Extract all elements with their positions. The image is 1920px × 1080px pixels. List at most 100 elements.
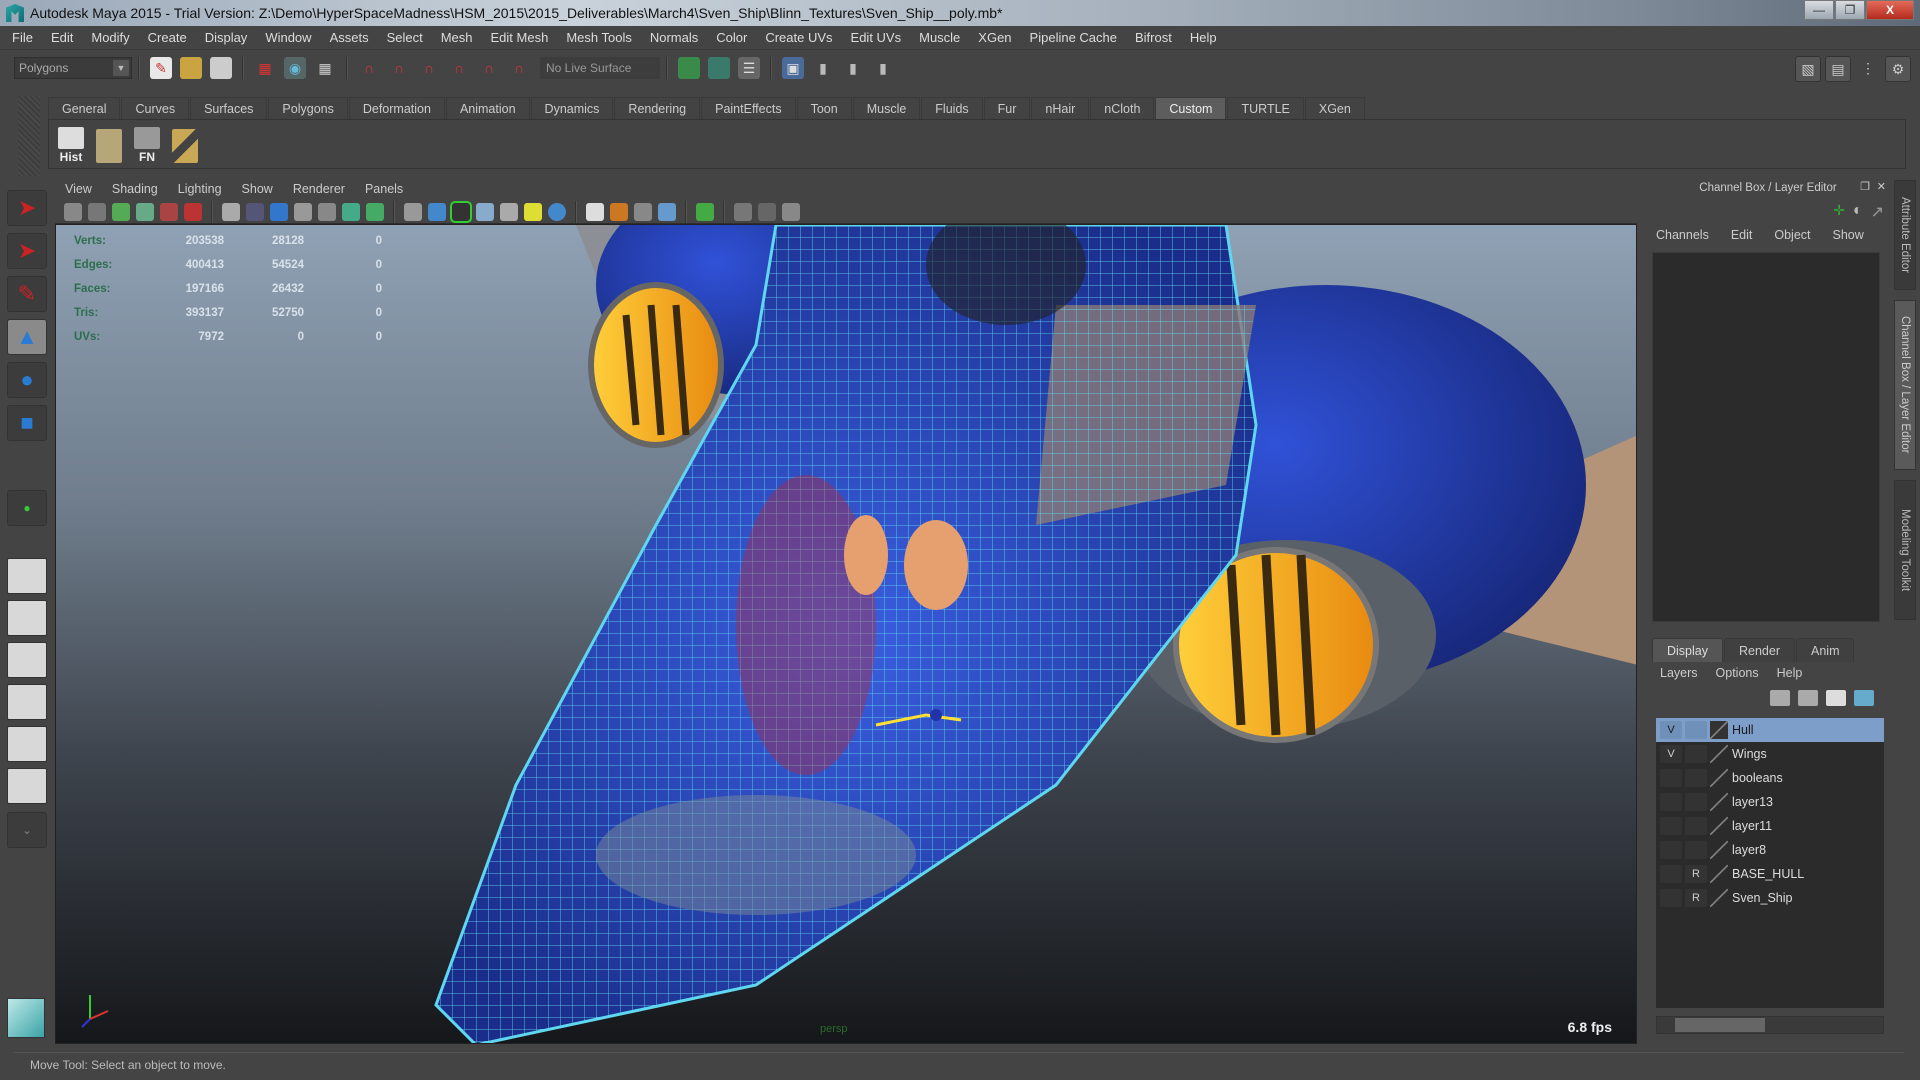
bookmarks-icon[interactable] bbox=[112, 202, 130, 221]
select-by-component-icon[interactable]: ▦ bbox=[314, 57, 336, 79]
visibility-toggle[interactable]: V bbox=[1660, 745, 1682, 763]
screen-space-ao-icon[interactable] bbox=[586, 202, 604, 221]
output-ops-icon[interactable] bbox=[708, 57, 730, 79]
grease-pencil-icon[interactable] bbox=[184, 202, 202, 221]
shelf-tab-toon[interactable]: Toon bbox=[796, 97, 852, 119]
playback-toggle[interactable] bbox=[1685, 793, 1707, 811]
move-up-layer-icon[interactable] bbox=[1826, 690, 1846, 706]
camera-attributes-icon[interactable] bbox=[88, 202, 106, 221]
film-gate-icon[interactable] bbox=[246, 202, 264, 221]
persp-graph-hypershade-layout-button[interactable] bbox=[7, 768, 47, 804]
layer-color-swatch[interactable] bbox=[1710, 889, 1728, 907]
last-tool-used-icon[interactable]: ● bbox=[7, 490, 47, 526]
ipr-render-icon[interactable]: ▮ bbox=[842, 57, 864, 79]
multisample-aa-icon[interactable] bbox=[634, 202, 652, 221]
construction-history-icon[interactable]: ☰ bbox=[738, 57, 760, 79]
select-camera-icon[interactable] bbox=[64, 202, 82, 221]
paint-select-tool-icon[interactable]: ✎ bbox=[7, 276, 47, 312]
shelf-tab-xgen[interactable]: XGen bbox=[1304, 97, 1365, 119]
side-tab-modeling-toolkit[interactable]: Modeling Toolkit bbox=[1894, 480, 1916, 620]
field-chart-icon[interactable] bbox=[318, 202, 336, 221]
textured-icon[interactable] bbox=[500, 202, 518, 221]
layer-color-swatch[interactable] bbox=[1710, 721, 1728, 739]
menu-edit-mesh[interactable]: Edit Mesh bbox=[491, 30, 549, 45]
shelf-tab-fluids[interactable]: Fluids bbox=[921, 97, 983, 119]
menu-color[interactable]: Color bbox=[716, 30, 747, 45]
depth-of-field-icon[interactable] bbox=[658, 202, 676, 221]
persp-outliner-layout-button[interactable] bbox=[7, 642, 47, 678]
make-live-icon[interactable]: ∩ bbox=[508, 57, 530, 79]
channel-box-area[interactable] bbox=[1652, 252, 1880, 622]
shelf-tab-general[interactable]: General bbox=[48, 97, 121, 119]
open-scene-icon[interactable] bbox=[180, 57, 202, 79]
menu-normals[interactable]: Normals bbox=[650, 30, 698, 45]
playback-toggle[interactable] bbox=[1685, 721, 1707, 739]
image-plane-icon[interactable] bbox=[136, 202, 154, 221]
menu-modify[interactable]: Modify bbox=[91, 30, 129, 45]
menu-bifrost[interactable]: Bifrost bbox=[1135, 30, 1172, 45]
layer-menu-options[interactable]: Options bbox=[1716, 666, 1759, 680]
attribute-editor-icon[interactable]: ▤ bbox=[1825, 56, 1851, 82]
shelf-tab-deformation[interactable]: Deformation bbox=[348, 97, 445, 119]
menu-xgen[interactable]: XGen bbox=[978, 30, 1011, 45]
visibility-toggle[interactable] bbox=[1660, 817, 1682, 835]
hypershade-persp-layout-button[interactable] bbox=[7, 726, 47, 762]
menu-file[interactable]: File bbox=[12, 30, 33, 45]
shelf-tab-curves[interactable]: Curves bbox=[121, 97, 190, 119]
layer-color-swatch[interactable] bbox=[1710, 865, 1728, 883]
close-panel-icon[interactable]: ✕ bbox=[1877, 180, 1886, 193]
scrollbar-thumb[interactable] bbox=[1675, 1018, 1765, 1032]
viewport-menu-panels[interactable]: Panels bbox=[365, 182, 403, 196]
layer-tab-render[interactable]: Render bbox=[1724, 638, 1795, 662]
2d-pan-zoom-icon[interactable] bbox=[160, 202, 178, 221]
menu-help[interactable]: Help bbox=[1190, 30, 1217, 45]
tool-settings-icon[interactable]: ⋮ bbox=[1855, 56, 1881, 82]
select-tool-icon[interactable]: ➤ bbox=[7, 190, 47, 226]
viewport-menu-renderer[interactable]: Renderer bbox=[293, 182, 345, 196]
shelf-tab-custom[interactable]: Custom bbox=[1155, 97, 1227, 119]
shelf-handle[interactable] bbox=[18, 96, 40, 176]
render-settings-icon[interactable]: ▮ bbox=[872, 57, 894, 79]
shelf-tab-turtle[interactable]: TURTLE bbox=[1227, 97, 1304, 119]
viewport-menu-show[interactable]: Show bbox=[242, 182, 273, 196]
input-ops-icon[interactable] bbox=[678, 57, 700, 79]
layer-tab-anim[interactable]: Anim bbox=[1796, 638, 1855, 662]
layer-row[interactable]: V Wings bbox=[1656, 742, 1884, 766]
layer-color-swatch[interactable] bbox=[1710, 793, 1728, 811]
snap-surface-icon[interactable]: ∩ bbox=[478, 57, 500, 79]
wireframe-icon[interactable] bbox=[404, 202, 422, 221]
menu-edit[interactable]: Edit bbox=[51, 30, 73, 45]
visibility-toggle[interactable] bbox=[1660, 841, 1682, 859]
menu-assets[interactable]: Assets bbox=[330, 30, 369, 45]
manipulator-icon[interactable]: ✛ bbox=[1833, 202, 1845, 222]
visibility-toggle[interactable] bbox=[1660, 769, 1682, 787]
xray-joints-icon[interactable] bbox=[734, 202, 752, 221]
safe-title-icon[interactable] bbox=[366, 202, 384, 221]
shelf-tab-animation[interactable]: Animation bbox=[445, 97, 530, 119]
layer-tab-display[interactable]: Display bbox=[1652, 638, 1723, 662]
restore-button[interactable]: ❐ bbox=[1835, 0, 1865, 20]
layer-list-scrollbar[interactable] bbox=[1656, 1016, 1884, 1034]
snap-view-plane-icon[interactable]: ∩ bbox=[448, 57, 470, 79]
shelf-tab-polygons[interactable]: Polygons bbox=[268, 97, 348, 119]
menu-display[interactable]: Display bbox=[205, 30, 248, 45]
hyper-icon[interactable]: ↗ bbox=[1871, 202, 1884, 222]
isolate-select-icon[interactable] bbox=[696, 202, 714, 221]
create-empty-layer-icon[interactable] bbox=[1798, 690, 1818, 706]
snap-curve-icon[interactable]: ∩ bbox=[388, 57, 410, 79]
wireframe-on-shaded-icon[interactable] bbox=[450, 200, 472, 223]
channel-box-menu-show[interactable]: Show bbox=[1833, 228, 1864, 242]
new-layer-from-selection-icon[interactable] bbox=[1770, 690, 1790, 706]
layer-row[interactable]: layer11 bbox=[1656, 814, 1884, 838]
layer-color-swatch[interactable] bbox=[1710, 841, 1728, 859]
gate-mask-icon[interactable] bbox=[294, 202, 312, 221]
shelf-tab-ncloth[interactable]: nCloth bbox=[1090, 97, 1155, 119]
grid-icon[interactable] bbox=[222, 202, 240, 221]
layer-menu-help[interactable]: Help bbox=[1777, 666, 1803, 680]
menu-pipeline-cache[interactable]: Pipeline Cache bbox=[1030, 30, 1117, 45]
speed-icon[interactable]: ◐ bbox=[1853, 202, 1863, 222]
move-down-layer-icon[interactable] bbox=[1854, 690, 1874, 706]
shadows-icon[interactable] bbox=[548, 202, 566, 221]
layer-row[interactable]: R Sven_Ship bbox=[1656, 886, 1884, 910]
layer-row[interactable]: layer8 bbox=[1656, 838, 1884, 862]
